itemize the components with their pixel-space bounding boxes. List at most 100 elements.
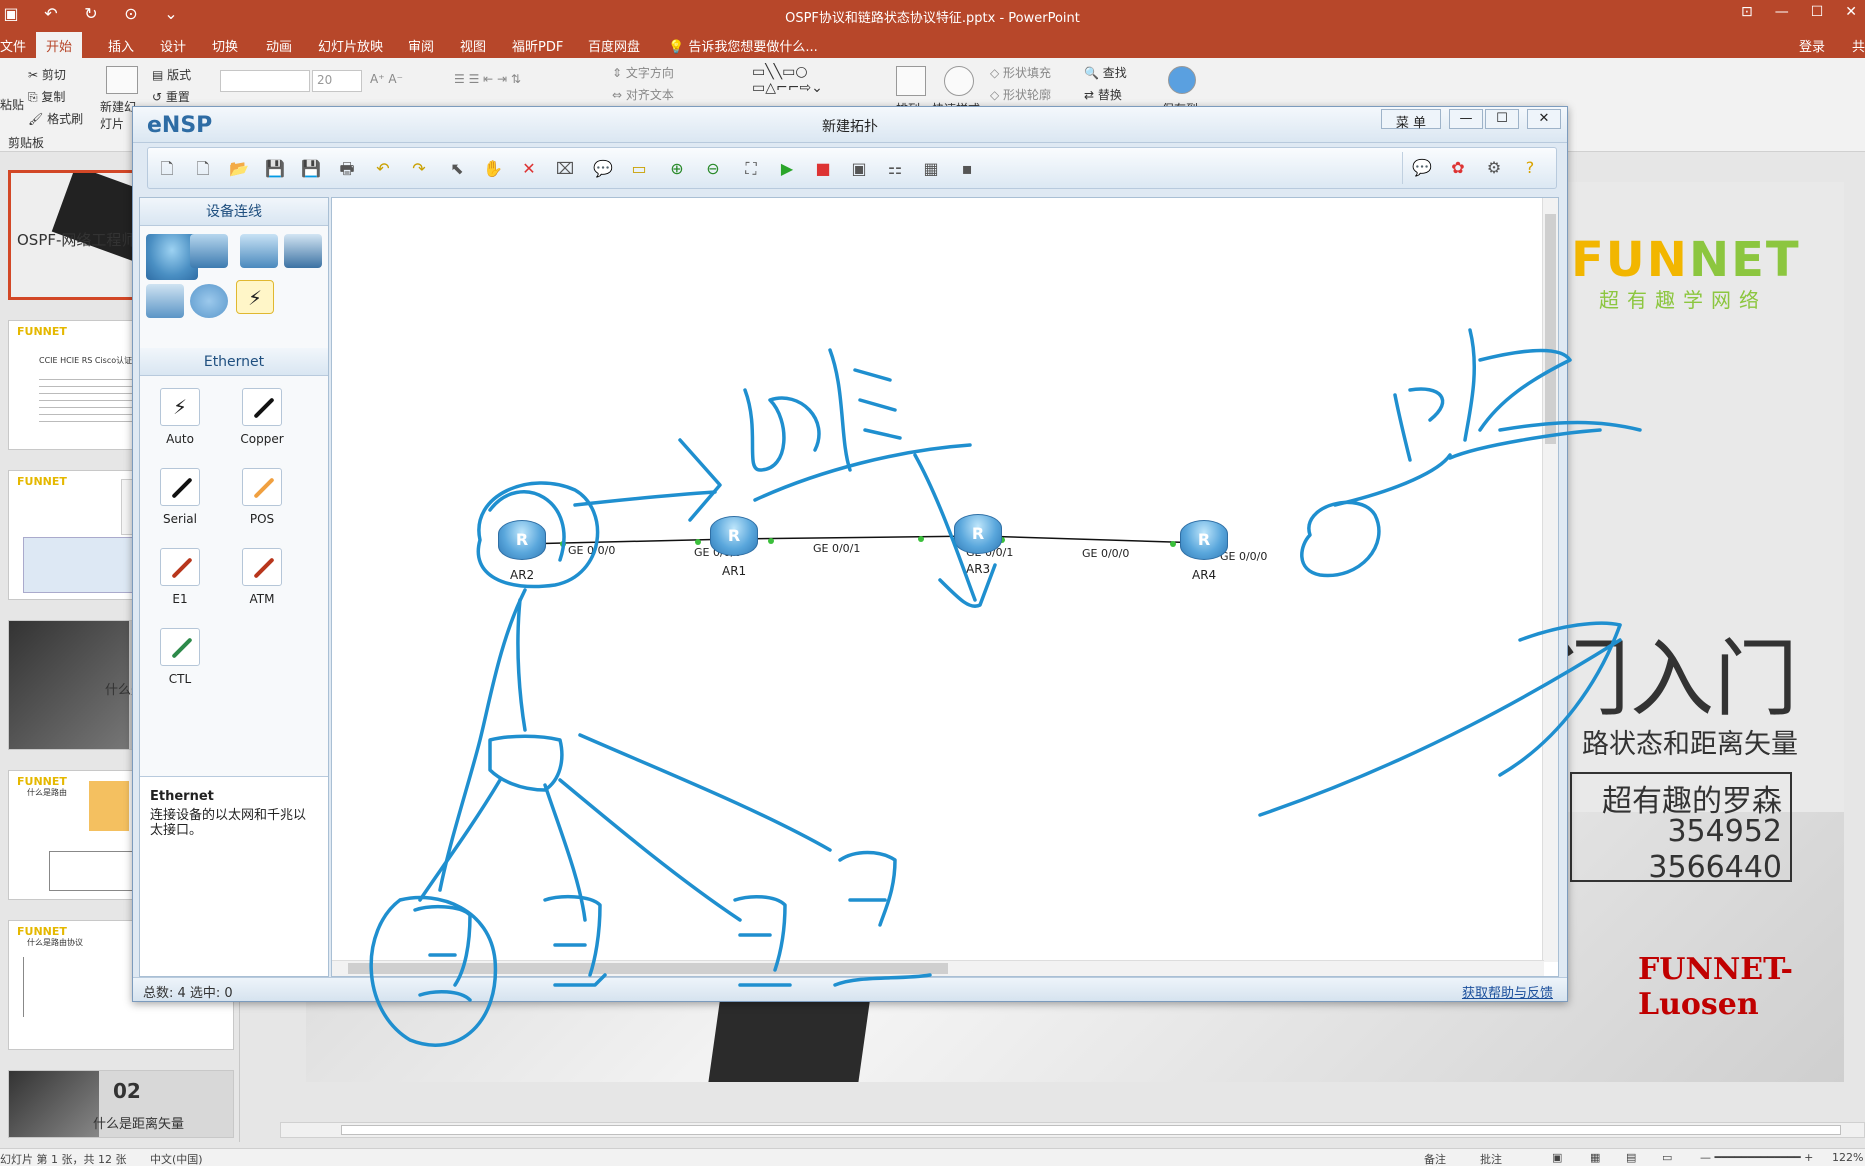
cut-button[interactable]: ✂ 剪切 bbox=[28, 66, 66, 83]
shape-outline-button[interactable]: ◇ 形状轮廓 bbox=[990, 86, 1051, 103]
settings-gear-icon[interactable]: ⚙ bbox=[1483, 157, 1505, 179]
switch-category-icon[interactable] bbox=[190, 234, 228, 268]
cable-category-icon[interactable]: ⚡ bbox=[236, 280, 274, 314]
router-ar4[interactable]: R bbox=[1178, 520, 1230, 566]
scrollbar-thumb[interactable] bbox=[348, 963, 948, 974]
huawei-icon[interactable]: ✿ bbox=[1447, 157, 1469, 179]
shapes-gallery[interactable]: ▭╲╲▭○ ▭△⌐⌐⇨⌄ bbox=[752, 64, 823, 96]
slideshow-icon[interactable]: ▭ bbox=[1662, 1151, 1672, 1164]
zoom-slider[interactable]: — ━━━━━━━━━━━━━ + bbox=[1700, 1151, 1813, 1164]
topology-canvas[interactable]: GE 0/0/0 GE 0/0/0 GE 0/0/1 GE 0/0/1 GE 0… bbox=[331, 197, 1559, 977]
fit-view-icon[interactable]: ⛶ bbox=[740, 158, 762, 180]
normal-view-icon[interactable]: ▣ bbox=[1552, 1151, 1562, 1164]
pos-cable-button[interactable] bbox=[242, 468, 282, 506]
e1-cable-button[interactable] bbox=[160, 548, 200, 586]
grid-icon[interactable]: ▦ bbox=[920, 158, 942, 180]
hand-pan-icon[interactable]: ✋ bbox=[482, 158, 504, 180]
start-device-icon[interactable]: ▶ bbox=[776, 158, 798, 180]
link-ar2-ar1[interactable] bbox=[521, 538, 735, 545]
replace-button[interactable]: ⇄ 替换 bbox=[1084, 86, 1122, 103]
tab-home[interactable]: 开始 bbox=[36, 32, 83, 58]
ctl-cable-button[interactable] bbox=[160, 628, 200, 666]
scrollbar-thumb[interactable] bbox=[1545, 214, 1556, 444]
tab-slideshow[interactable]: 幻灯片放映 bbox=[318, 36, 383, 55]
rectangle-tool-icon[interactable]: ▭ bbox=[628, 158, 650, 180]
font-name-input[interactable] bbox=[220, 70, 310, 92]
ensp-close-button[interactable]: ✕ bbox=[1527, 109, 1561, 129]
tab-file[interactable]: 文件 bbox=[0, 36, 26, 55]
forum-icon[interactable]: 💬 bbox=[1411, 157, 1433, 179]
auto-cable-button[interactable]: ⚡ bbox=[160, 388, 200, 426]
shape-fill-button[interactable]: ◇ 形状填充 bbox=[990, 64, 1051, 81]
cloud-category-icon[interactable] bbox=[190, 284, 228, 318]
capture-icon[interactable]: ▣ bbox=[848, 158, 870, 180]
quick-styles-icon[interactable] bbox=[944, 66, 974, 96]
select-pointer-icon[interactable]: ⬉ bbox=[446, 158, 468, 180]
paste-button[interactable]: 粘贴 bbox=[0, 96, 24, 113]
tab-view[interactable]: 视图 bbox=[460, 36, 486, 55]
ensp-menu-button[interactable]: 菜 单 bbox=[1381, 109, 1441, 131]
tab-foxit-pdf[interactable]: 福昕PDF bbox=[512, 36, 563, 55]
new-template-icon[interactable]: 🗋 bbox=[192, 158, 214, 180]
cli-icon[interactable]: ▪ bbox=[956, 158, 978, 180]
wlan-category-icon[interactable] bbox=[240, 234, 278, 268]
zoom-level[interactable]: 122% bbox=[1832, 1151, 1863, 1164]
text-direction-button[interactable]: ⇕ 文字方向 bbox=[612, 64, 674, 81]
redo-icon[interactable]: ↷ bbox=[408, 158, 430, 180]
reading-view-icon[interactable]: ▤ bbox=[1626, 1151, 1636, 1164]
help-feedback-link[interactable]: 获取帮助与反馈 bbox=[1462, 982, 1553, 1001]
font-grow-icon[interactable]: A⁺ A⁻ bbox=[370, 72, 403, 86]
tab-animations[interactable]: 动画 bbox=[266, 36, 292, 55]
router-ar3[interactable]: R bbox=[952, 514, 1004, 560]
ribbon-display-icon[interactable]: ⊡ bbox=[1741, 4, 1753, 20]
pc-category-icon[interactable] bbox=[146, 284, 184, 318]
delete-icon[interactable]: ✕ bbox=[518, 158, 540, 180]
align-text-button[interactable]: ⇔ 对齐文本 bbox=[612, 86, 674, 103]
copy-button[interactable]: ⎘ 复制 bbox=[28, 88, 65, 105]
ensp-minimize-button[interactable]: — bbox=[1449, 109, 1483, 129]
format-painter-button[interactable]: 🖌 格式刷 bbox=[28, 110, 83, 127]
save-icon[interactable]: 💾 bbox=[264, 158, 286, 180]
help-icon[interactable]: ? bbox=[1519, 157, 1541, 179]
find-button[interactable]: 🔍 查找 bbox=[1084, 64, 1127, 81]
ensp-maximize-button[interactable]: ☐ bbox=[1485, 109, 1519, 129]
undo-icon[interactable]: ↶ bbox=[372, 158, 394, 180]
font-size-input[interactable]: 20 bbox=[312, 70, 362, 92]
stop-device-icon[interactable]: ■ bbox=[812, 158, 834, 180]
tab-baidu-netdisk[interactable]: 百度网盘 bbox=[588, 36, 640, 55]
language-indicator[interactable]: 中文(中国) bbox=[150, 1151, 203, 1166]
maximize-button[interactable]: ☐ bbox=[1811, 4, 1824, 20]
save-as-icon[interactable]: 💾 bbox=[300, 158, 322, 180]
layout-button[interactable]: ▤ 版式 bbox=[152, 66, 191, 83]
close-button[interactable]: ✕ bbox=[1845, 4, 1857, 20]
tab-review[interactable]: 审阅 bbox=[408, 36, 434, 55]
reset-button[interactable]: ↺ 重置 bbox=[152, 88, 190, 105]
open-file-icon[interactable]: 📂 bbox=[228, 158, 250, 180]
bullets-icon[interactable]: ☰ ☰ ⇤ ⇥ ⇅ bbox=[454, 72, 521, 86]
slide-horizontal-scrollbar[interactable] bbox=[280, 1122, 1865, 1138]
share-button[interactable]: 共 bbox=[1852, 36, 1865, 55]
delete-all-links-icon[interactable]: ⌧ bbox=[554, 158, 576, 180]
baidu-cloud-icon[interactable] bbox=[1168, 66, 1196, 94]
print-icon[interactable]: 🖶 bbox=[336, 158, 358, 180]
arrange-icon[interactable] bbox=[896, 66, 926, 96]
new-topology-icon[interactable]: 🗋 bbox=[156, 158, 178, 180]
slide-thumbnail[interactable]: 02 什么是距离矢量 bbox=[8, 1070, 234, 1138]
scrollbar-thumb[interactable] bbox=[341, 1125, 1841, 1135]
router-ar2[interactable]: R bbox=[496, 520, 548, 566]
new-slide-icon[interactable] bbox=[106, 66, 138, 94]
minimize-button[interactable]: — bbox=[1775, 4, 1789, 20]
copper-cable-button[interactable] bbox=[242, 388, 282, 426]
tab-transitions[interactable]: 切换 bbox=[212, 36, 238, 55]
comments-button[interactable]: 批注 bbox=[1480, 1151, 1502, 1166]
slide-sorter-icon[interactable]: ▦ bbox=[1590, 1151, 1600, 1164]
serial-cable-button[interactable] bbox=[160, 468, 200, 506]
tell-me-search[interactable]: 💡 告诉我您想要做什么... bbox=[668, 36, 818, 55]
text-annotation-icon[interactable]: 💬 bbox=[592, 158, 614, 180]
atm-cable-button[interactable] bbox=[242, 548, 282, 586]
tab-insert[interactable]: 插入 bbox=[108, 36, 134, 55]
zoom-out-icon[interactable]: ⊖ bbox=[702, 158, 724, 180]
sign-in-link[interactable]: 登录 bbox=[1799, 36, 1825, 55]
canvas-vertical-scrollbar[interactable] bbox=[1542, 198, 1558, 962]
notes-button[interactable]: 备注 bbox=[1424, 1151, 1446, 1166]
